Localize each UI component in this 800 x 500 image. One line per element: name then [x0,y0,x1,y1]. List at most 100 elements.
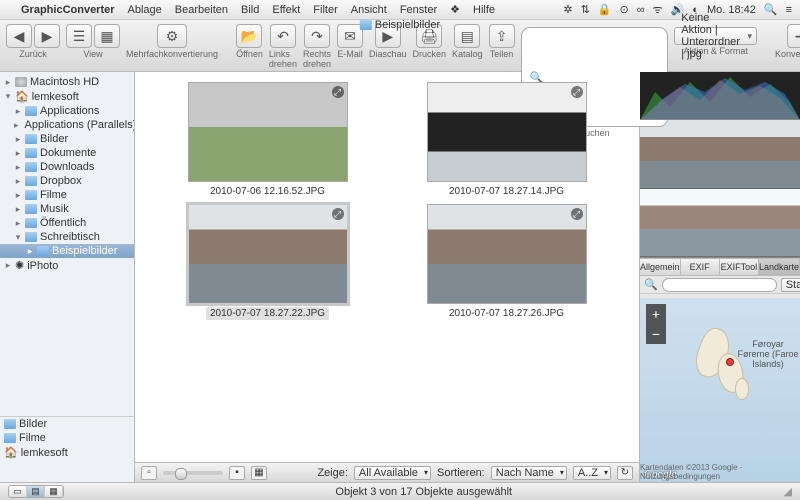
status-icon[interactable]: 🔒 [598,3,612,16]
view-mode-icon[interactable]: ▦ [251,466,267,480]
menu-help[interactable]: Hilfe [473,4,495,16]
refresh-icon[interactable]: ↻ [617,466,633,480]
tree-shortcut[interactable]: Bilder [0,417,135,431]
tree-label: Filme [40,189,67,201]
folder-icon [25,218,37,228]
resize-grip-icon[interactable]: ◢ [784,485,792,498]
tree-label: Downloads [40,161,94,173]
menu-edit[interactable]: Bearbeiten [175,4,228,16]
tree-folder[interactable]: ▸Dropbox [0,174,134,188]
menu-image[interactable]: Bild [241,4,259,16]
tree-folder[interactable]: ▸Musik [0,202,134,216]
toolbar-label: Diaschau [369,49,407,59]
help-icon[interactable]: ❖ [450,3,460,16]
zoom-out-button[interactable]: − [646,324,666,344]
toolbar-label: Öffnen [236,49,263,59]
map-pin[interactable] [726,358,734,366]
tree-label: Dropbox [40,175,82,187]
tree-label: Beispielbilder [52,245,117,257]
combo-value: Keine Aktion | Unterordner | jpg [681,12,740,60]
thumbnail-image: ⤢ [188,204,348,304]
map-search-input[interactable] [662,278,777,292]
thumbnail[interactable]: ⤢ 2010-07-07 18.27.26.JPG [390,204,623,320]
show-dropdown[interactable]: All Available [354,466,431,480]
tree-folder[interactable]: ▾Schreibtisch [0,230,134,244]
seg-button[interactable]: ▤ [27,486,45,497]
toolbar-label: Teilen [490,49,514,59]
tree-shortcut[interactable]: Filme [0,431,135,445]
tree-shortcut[interactable]: 🏠lemkesoft [0,445,135,460]
menu-filter[interactable]: Filter [313,4,337,16]
view-list-button[interactable]: ☰ [66,24,92,48]
histogram [640,72,800,120]
status-icon[interactable]: ∞ [637,4,645,16]
map[interactable]: + − Føroyar Førerne (Faroe Islands) Goog… [640,298,800,482]
main: ▸Macintosh HD ▾🏠lemkesoft ▸Applications▸… [0,72,800,482]
tree-label: Applications (Parallels) [25,119,135,131]
thumbnail-name: 2010-07-07 18.27.26.JPG [445,307,568,320]
catalog-button[interactable]: ▤ [454,24,480,48]
tab-map[interactable]: Landkarte [759,259,800,275]
action-format-combo[interactable]: Keine Aktion | Unterordner | jpg [674,27,757,45]
tree-folder[interactable]: ▸Applications [0,104,134,118]
expand-icon[interactable]: ⤢ [332,208,344,220]
thumbnail[interactable]: ⤢2010-07-07 18.27.22.JPG [151,204,384,320]
tree-folder[interactable]: ▸Filme [0,188,134,202]
thumbnail-image: ⤢ [427,82,587,182]
menu-effect[interactable]: Effekt [272,4,300,16]
tree-user[interactable]: ▾🏠lemkesoft [0,89,134,104]
status-icon[interactable]: ⊙ [619,3,628,16]
tree-folder[interactable]: ▸Dokumente [0,146,134,160]
disk-icon [15,77,27,87]
menu-file[interactable]: Ablage [128,4,162,16]
tree-folder-selected[interactable]: ▸Beispielbilder [0,244,134,258]
tree-folder[interactable]: ▸Applications (Parallels) [0,118,134,132]
toolbar-label: Mehrfachkonvertierung [126,49,218,59]
folder-icon [25,176,37,186]
zoom-slider[interactable] [163,471,223,475]
wifi-icon[interactable]: ᯤ [653,2,663,17]
zoom-out-icon[interactable]: ▫ [141,466,157,480]
notif-icon[interactable]: ≡ [786,4,792,16]
forward-button[interactable]: ▶ [34,24,60,48]
map-type-dropdown[interactable]: Standard [781,278,800,292]
folder-icon [360,20,372,30]
sort-dropdown[interactable]: Nach Name [491,466,567,480]
tab-exif[interactable]: EXIF [681,259,720,275]
tab-general[interactable]: Allgemein [640,259,681,275]
share-button[interactable]: ⇪ [489,24,515,48]
toolbar-label: Drucken [413,49,447,59]
spotlight-icon[interactable]: 🔍 [764,3,778,16]
expand-icon[interactable]: ⤢ [571,86,583,98]
tree-folder[interactable]: ▸Bilder [0,132,134,146]
batch-button[interactable]: ⚙ [157,24,187,48]
convert-button[interactable]: ➜ [787,24,800,48]
expand-icon[interactable]: ⤢ [571,208,583,220]
zoom-in-icon[interactable]: ▪ [229,466,245,480]
tree-label: lemkesoft [32,91,79,103]
open-button[interactable]: 📂 [236,24,262,48]
seg-button[interactable]: ▦ [45,486,63,497]
status-icon[interactable]: ⇅ [581,3,590,16]
inspector-tabs: Allgemein EXIF EXIFTool Landkarte [640,258,800,276]
menu-window[interactable]: Fenster [400,4,437,16]
sidebar: ▸Macintosh HD ▾🏠lemkesoft ▸Applications▸… [0,72,135,482]
zoom-in-button[interactable]: + [646,304,666,324]
tree-disk[interactable]: ▸Macintosh HD [0,75,134,89]
order-dropdown[interactable]: A..Z [573,466,611,480]
rotate-left-button[interactable]: ↶ [270,24,296,48]
thumbnail[interactable]: ⤢2010-07-06 12.16.52.JPG [151,82,384,198]
tree-label: Bilder [19,418,47,430]
menu-view[interactable]: Ansicht [351,4,387,16]
tab-exiftool[interactable]: EXIFTool [720,259,759,275]
app-menu[interactable]: GraphicConverter [21,4,115,16]
seg-button[interactable]: ▭ [9,486,27,497]
tree-folder[interactable]: ▸Downloads [0,160,134,174]
rotate-right-button[interactable]: ↷ [304,24,330,48]
expand-icon[interactable]: ⤢ [332,86,344,98]
tree-folder[interactable]: ▸Öffentlich [0,216,134,230]
tree-iphoto[interactable]: ▸✺iPhoto [0,258,134,273]
view-grid-button[interactable]: ▦ [94,24,120,48]
back-button[interactable]: ◀ [6,24,32,48]
status-icon[interactable]: ✲ [563,3,572,16]
